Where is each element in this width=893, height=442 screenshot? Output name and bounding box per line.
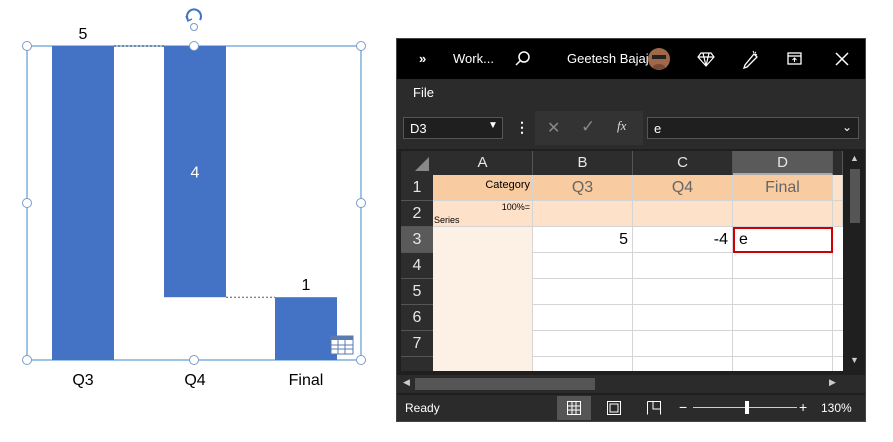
- enter-icon[interactable]: ✓: [581, 117, 595, 137]
- page-break-icon[interactable]: [647, 401, 661, 415]
- title-bar: » Work... Geetesh Bajaj: [397, 39, 865, 79]
- menu-bar: File: [397, 79, 865, 107]
- status-bar: Ready − + 130%: [397, 395, 865, 421]
- column-header-d[interactable]: D: [733, 151, 833, 175]
- cell-d2[interactable]: [733, 201, 833, 227]
- scroll-down-icon[interactable]: ▼: [850, 355, 859, 365]
- data-label-final: 1: [302, 277, 311, 294]
- grid-view-icon: [567, 401, 581, 415]
- scroll-left-icon[interactable]: ◀: [403, 377, 410, 388]
- column-a-body[interactable]: [433, 227, 533, 371]
- vertical-scrollbar[interactable]: ▲ ▼: [847, 151, 863, 371]
- avatar[interactable]: [647, 45, 671, 73]
- row-header-3[interactable]: 3: [401, 227, 433, 253]
- zoom-in-icon[interactable]: +: [799, 399, 807, 415]
- formula-input[interactable]: e ⌄: [647, 117, 859, 139]
- diamond-icon[interactable]: [697, 51, 715, 67]
- restore-window-icon[interactable]: [787, 51, 803, 67]
- select-all-corner[interactable]: [401, 151, 433, 175]
- column-header-b[interactable]: B: [533, 151, 633, 175]
- chevron-down-icon[interactable]: ▼: [488, 120, 498, 131]
- resize-handle-bottom-left[interactable]: [22, 355, 32, 365]
- name-box[interactable]: D3 ▼: [403, 117, 503, 139]
- expand-formula-icon[interactable]: ⌄: [842, 120, 852, 134]
- scroll-up-icon[interactable]: ▲: [850, 153, 859, 163]
- data-label-q3: 5: [79, 26, 88, 43]
- page-layout-icon[interactable]: [607, 401, 621, 415]
- name-box-value: D3: [410, 121, 427, 136]
- formula-bar: D3 ▼ ⋮ ✕ ✓ fx e ⌄: [397, 107, 865, 149]
- scroll-right-icon[interactable]: ▶: [829, 377, 836, 388]
- more-commands-icon[interactable]: »: [419, 51, 426, 66]
- resize-handle-bottom[interactable]: [189, 355, 199, 365]
- column-header-e[interactable]: [833, 151, 843, 175]
- zoom-slider-thumb[interactable]: [745, 401, 749, 414]
- horizontal-scroll-thumb[interactable]: [415, 378, 595, 390]
- cell-c1[interactable]: Q4: [633, 175, 733, 201]
- status-ready: Ready: [405, 401, 440, 415]
- resize-handle-top-right[interactable]: [356, 41, 366, 51]
- formula-buttons: ✕ ✓ fx: [535, 111, 643, 145]
- chart-canvas: 5 Q3 4 Q4 1 Final: [22, 8, 366, 389]
- row-header-6[interactable]: 6: [401, 305, 433, 331]
- category-label-q4: Q4: [184, 372, 205, 389]
- insert-function-icon[interactable]: fx: [617, 118, 626, 134]
- spreadsheet-grid[interactable]: A B C D 1 2 3 4 5 6 7 Category Q3 Q4 Fin…: [401, 151, 843, 371]
- data-label-q4: 4: [191, 165, 200, 182]
- cell-c2[interactable]: [633, 201, 733, 227]
- bar-q3[interactable]: [52, 46, 114, 360]
- cancel-icon[interactable]: ✕: [547, 118, 560, 138]
- category-label-final: Final: [289, 372, 324, 389]
- cell-a1[interactable]: Category: [433, 175, 533, 201]
- datasheet-window[interactable]: » Work... Geetesh Bajaj File D3 ▼ ⋮ ✕ ✓ …: [396, 38, 866, 422]
- cell-b1[interactable]: Q3: [533, 175, 633, 201]
- category-label-q3: Q3: [72, 372, 93, 389]
- resize-handle-top[interactable]: [189, 41, 199, 51]
- row-header-4[interactable]: 4: [401, 253, 433, 279]
- zoom-out-icon[interactable]: −: [679, 399, 687, 415]
- row-header-5[interactable]: 5: [401, 279, 433, 305]
- resize-handle-right[interactable]: [356, 198, 366, 208]
- search-icon[interactable]: [515, 51, 531, 67]
- rotate-handle[interactable]: [185, 8, 202, 31]
- datasheet-icon[interactable]: [330, 335, 354, 355]
- cell-e2[interactable]: [833, 201, 843, 227]
- pen-icon[interactable]: [741, 49, 759, 69]
- row-header-8[interactable]: [401, 357, 433, 371]
- waterfall-chart[interactable]: 5 Q3 4 Q4 1 Final: [0, 0, 390, 442]
- user-name: Geetesh Bajaj: [567, 51, 649, 66]
- resize-handle-left[interactable]: [22, 198, 32, 208]
- normal-view-button[interactable]: [557, 396, 591, 420]
- empty-cells[interactable]: [533, 253, 843, 371]
- menu-file[interactable]: File: [413, 85, 434, 100]
- window-title: Work...: [453, 51, 494, 66]
- formula-value: e: [654, 121, 662, 136]
- vertical-scroll-thumb[interactable]: [850, 169, 860, 223]
- zoom-level[interactable]: 130%: [821, 401, 852, 415]
- cell-a2[interactable]: 100%= Series: [433, 201, 533, 227]
- column-header-a[interactable]: A: [433, 151, 533, 175]
- row-header-2[interactable]: 2: [401, 201, 433, 227]
- cell-b3[interactable]: 5: [533, 227, 633, 253]
- row-header-1[interactable]: 1: [401, 175, 433, 201]
- cell-e1[interactable]: [833, 175, 843, 201]
- close-icon[interactable]: [835, 52, 849, 66]
- more-options-icon[interactable]: ⋮: [515, 119, 529, 136]
- cell-d1[interactable]: Final: [733, 175, 833, 201]
- resize-handle-top-left[interactable]: [22, 41, 32, 51]
- column-header-c[interactable]: C: [633, 151, 733, 175]
- cell-c3[interactable]: -4: [633, 227, 733, 253]
- cell-b2[interactable]: [533, 201, 633, 227]
- row-header-7[interactable]: 7: [401, 331, 433, 357]
- cell-d3[interactable]: e: [733, 227, 833, 253]
- horizontal-scrollbar[interactable]: ◀ ▶: [397, 375, 865, 393]
- resize-handle-bottom-right[interactable]: [356, 355, 366, 365]
- bar-final[interactable]: [275, 297, 337, 360]
